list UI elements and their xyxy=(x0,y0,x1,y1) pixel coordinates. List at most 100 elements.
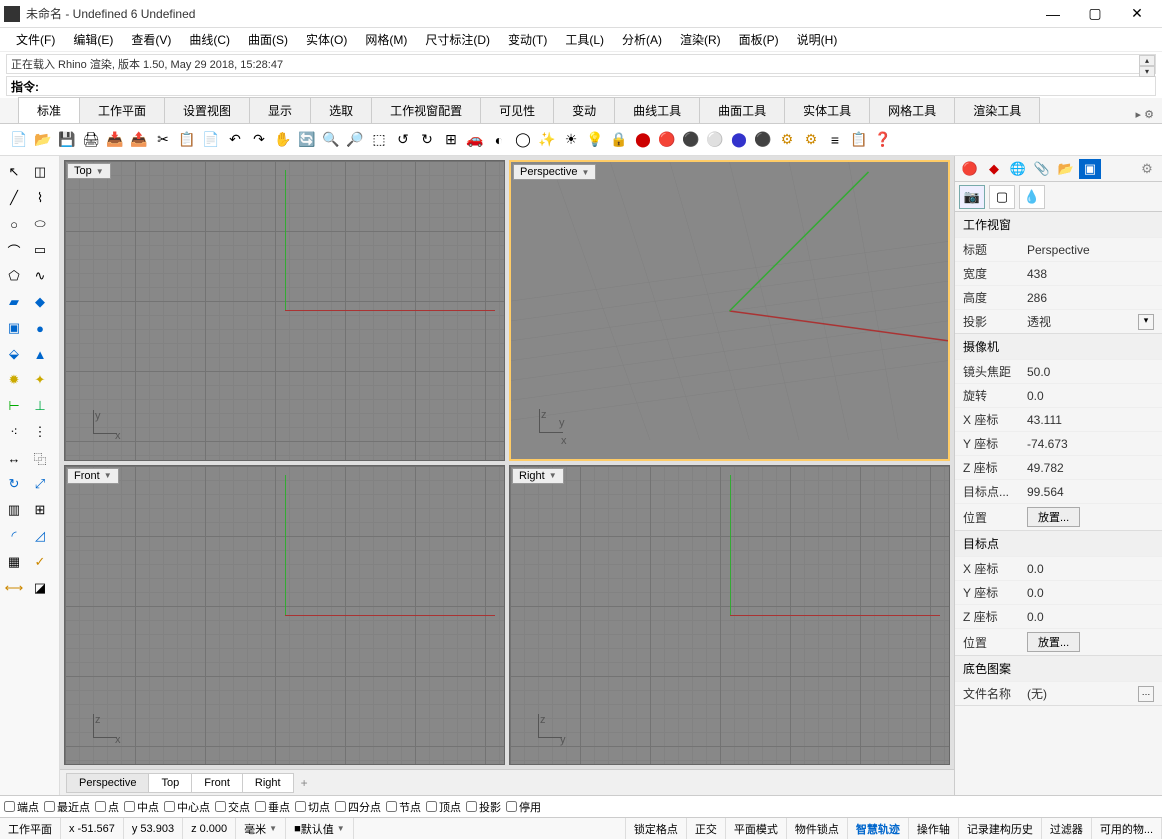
sphere3-icon[interactable]: ⬤ xyxy=(728,129,750,151)
help-icon[interactable]: ❓ xyxy=(872,129,894,151)
sphere-icon[interactable]: ● xyxy=(28,316,52,340)
tab-visibility[interactable]: 可见性 xyxy=(480,97,554,123)
chevron-down-icon[interactable]: ▼ xyxy=(104,471,112,480)
osnap-project[interactable]: 投影 xyxy=(466,799,501,815)
open-icon[interactable]: 📂 xyxy=(32,129,54,151)
tab-transform[interactable]: 变动 xyxy=(553,97,615,123)
tab-material-icon[interactable]: 🔴 xyxy=(959,159,981,179)
prop-focal[interactable]: 50.0 xyxy=(1027,365,1154,379)
redo2-icon[interactable]: ↺ xyxy=(392,129,414,151)
prop-cam-z[interactable]: 49.782 xyxy=(1027,461,1154,475)
menu-edit[interactable]: 编辑(E) xyxy=(65,29,121,50)
prop-tgt-x[interactable]: 0.0 xyxy=(1027,562,1154,576)
hatch-icon[interactable]: ▦ xyxy=(2,550,26,574)
prop-height[interactable]: 286 xyxy=(1027,291,1154,305)
tab-surface[interactable]: 曲面工具 xyxy=(699,97,785,123)
chevron-down-icon[interactable]: ▼ xyxy=(549,471,557,480)
vtab-top[interactable]: Top xyxy=(148,773,192,793)
status-smarttrack[interactable]: 智慧轨迹 xyxy=(848,818,909,839)
car-icon[interactable]: 🚗 xyxy=(464,129,486,151)
copy-icon[interactable]: ⿻ xyxy=(28,446,52,470)
ellipse-icon[interactable]: ⬭ xyxy=(28,212,52,236)
chevron-down-icon[interactable]: ▼ xyxy=(96,167,104,176)
prop-cam-x[interactable]: 43.111 xyxy=(1027,413,1154,427)
check-icon[interactable]: ✓ xyxy=(28,550,52,574)
dim-icon[interactable]: ⟷ xyxy=(2,576,26,600)
patch-icon[interactable]: ◆ xyxy=(28,290,52,314)
properties-icon[interactable]: 📋 xyxy=(848,129,870,151)
split-icon[interactable]: ⊥ xyxy=(28,394,52,418)
tab-setview[interactable]: 设置视图 xyxy=(164,97,250,123)
menu-render[interactable]: 渲染(R) xyxy=(672,29,729,50)
zoom-icon[interactable]: 🔍 xyxy=(320,129,342,151)
status-filter[interactable]: 过滤器 xyxy=(1042,818,1092,839)
osnap-disable[interactable]: 停用 xyxy=(506,799,541,815)
join-icon[interactable]: ✦ xyxy=(28,368,52,392)
gears-icon[interactable]: ⚙ xyxy=(800,129,822,151)
box-icon[interactable]: ▣ xyxy=(2,316,26,340)
chamfer-icon[interactable]: ◿ xyxy=(28,524,52,548)
menu-file[interactable]: 文件(F) xyxy=(8,29,63,50)
vtab-perspective[interactable]: Perspective xyxy=(66,773,149,793)
status-gridsnap[interactable]: 锁定格点 xyxy=(626,818,687,839)
tab-cplane[interactable]: 工作平面 xyxy=(79,97,165,123)
viewport-persp-label[interactable]: Perspective▼ xyxy=(513,164,596,180)
viewport-right[interactable]: Right▼ zy xyxy=(509,465,950,766)
move-icon[interactable]: ↔ xyxy=(2,446,26,470)
tab-layer-icon[interactable]: 📎 xyxy=(1031,159,1053,179)
polygon-icon[interactable]: ⬠ xyxy=(2,264,26,288)
polyline-icon[interactable]: ⌇ xyxy=(28,186,52,210)
prop-width[interactable]: 438 xyxy=(1027,267,1154,281)
panel-scroll[interactable]: 工作视窗 标题Perspective 宽度438 高度286 投影透视▾ 摄像机… xyxy=(955,212,1162,795)
close-button[interactable]: ✕ xyxy=(1116,0,1158,28)
copy-icon[interactable]: 📋 xyxy=(176,129,198,151)
rotate-view-icon[interactable]: 🔄 xyxy=(296,129,318,151)
osnap-vertex[interactable]: 顶点 xyxy=(426,799,461,815)
scale-icon[interactable]: ⤢ xyxy=(28,472,52,496)
prop-projection[interactable]: 透视 xyxy=(1027,313,1134,330)
subtab-mesh-icon[interactable]: 💧 xyxy=(1019,185,1045,209)
prop-tgt-z[interactable]: 0.0 xyxy=(1027,610,1154,624)
prop-rotation[interactable]: 0.0 xyxy=(1027,389,1154,403)
status-gumball[interactable]: 操作轴 xyxy=(909,818,959,839)
tab-curve[interactable]: 曲线工具 xyxy=(614,97,700,123)
tab-display-icon[interactable]: ▣ xyxy=(1079,159,1101,179)
status-planar[interactable]: 平面模式 xyxy=(726,818,787,839)
command-line[interactable]: 指令: xyxy=(6,76,1156,96)
place-camera-button[interactable]: 放置... xyxy=(1027,507,1080,527)
rect-icon[interactable]: ▭ xyxy=(28,238,52,262)
prop-tgt-y[interactable]: 0.0 xyxy=(1027,586,1154,600)
explode-icon[interactable]: ✹ xyxy=(2,368,26,392)
line-icon[interactable]: ╱ xyxy=(2,186,26,210)
viewport-top-label[interactable]: Top▼ xyxy=(67,163,111,179)
status-ortho[interactable]: 正交 xyxy=(687,818,726,839)
layers-icon[interactable]: ≡ xyxy=(824,129,846,151)
zoom-ext-icon[interactable]: 🔎 xyxy=(344,129,366,151)
cylinder-icon[interactable]: ⬙ xyxy=(2,342,26,366)
vtab-add[interactable]: + xyxy=(293,773,316,793)
paste-icon[interactable]: 📄 xyxy=(200,129,222,151)
scroll-down-icon[interactable]: ▾ xyxy=(1139,66,1155,77)
fillet-icon[interactable]: ◜ xyxy=(2,524,26,548)
tab-standard[interactable]: 标准 xyxy=(18,97,80,123)
sphere2-icon[interactable]: ⚪ xyxy=(704,129,726,151)
undo-icon[interactable]: ↶ xyxy=(224,129,246,151)
tab-folder-icon[interactable]: 📂 xyxy=(1055,159,1077,179)
lasso-icon[interactable]: ◫ xyxy=(28,160,52,184)
sphere4-icon[interactable]: ⚫ xyxy=(752,129,774,151)
osnap-knot[interactable]: 节点 xyxy=(386,799,421,815)
menu-help[interactable]: 说明(H) xyxy=(789,29,846,50)
trim-icon[interactable]: ⊢ xyxy=(2,394,26,418)
xray-icon[interactable]: ☀ xyxy=(560,129,582,151)
pointson-icon[interactable]: ⋮ xyxy=(28,420,52,444)
light-icon[interactable]: 💡 xyxy=(584,129,606,151)
pan-icon[interactable]: ✋ xyxy=(272,129,294,151)
vtab-right[interactable]: Right xyxy=(242,773,294,793)
status-memory[interactable]: 可用的物... xyxy=(1092,818,1162,839)
export-icon[interactable]: 📤 xyxy=(128,129,150,151)
osnap-int[interactable]: 交点 xyxy=(215,799,250,815)
surface-icon[interactable]: ▰ xyxy=(2,290,26,314)
menu-panels[interactable]: 面板(P) xyxy=(731,29,787,50)
options-icon[interactable]: ⚙ xyxy=(776,129,798,151)
viewport-front[interactable]: Front▼ zx xyxy=(64,465,505,766)
